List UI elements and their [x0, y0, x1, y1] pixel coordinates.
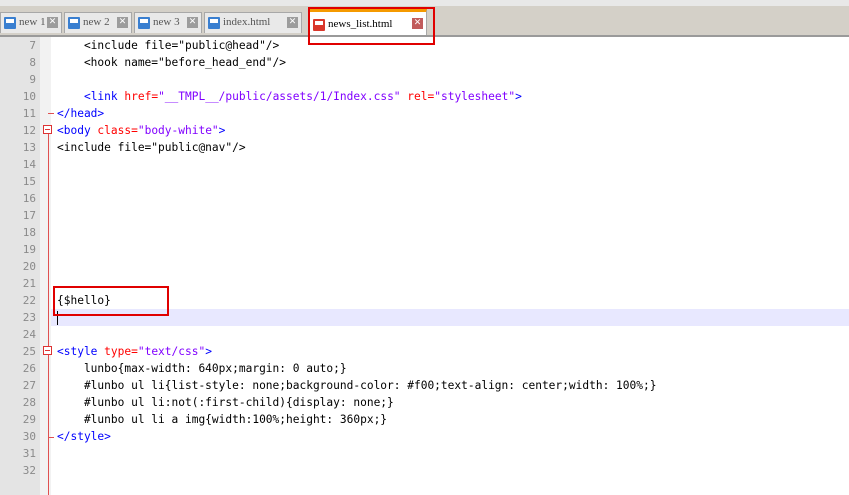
tab-new-2[interactable]: new 2 ✕ — [64, 12, 132, 33]
close-icon[interactable]: ✕ — [187, 17, 198, 28]
line-number: 19 — [22, 243, 36, 256]
code-line: #lunbo ul li a img{width:100%;height: 36… — [57, 413, 388, 426]
line-number: 29 — [22, 413, 36, 426]
fold-margin — [40, 37, 51, 495]
code-line: <link href="__TMPL__/public/assets/1/Ind… — [57, 88, 522, 105]
line-number: 14 — [22, 158, 36, 171]
fold-toggle-body[interactable] — [43, 125, 52, 134]
line-number: 30 — [22, 430, 36, 443]
line-number: 8 — [29, 56, 36, 69]
tag-token: > — [218, 124, 226, 137]
line-number: 18 — [22, 226, 36, 239]
line-number: 12 — [22, 124, 36, 137]
annotation-box-active-tab — [308, 7, 435, 45]
line-number: 21 — [22, 277, 36, 290]
line-number: 10 — [22, 90, 36, 103]
fold-end-head — [48, 113, 54, 114]
line-number: 13 — [22, 141, 36, 154]
line-number: 16 — [22, 192, 36, 205]
line-number: 17 — [22, 209, 36, 222]
value-token: "body-white" — [137, 124, 219, 137]
line-number: 28 — [22, 396, 36, 409]
tab-label: new 2 — [83, 16, 110, 28]
line-number: 32 — [22, 464, 36, 477]
fold-toggle-style[interactable] — [43, 346, 52, 355]
fold-end-style — [48, 437, 54, 438]
tab-label: new 1 — [19, 16, 46, 28]
code-line: #lunbo ul li{list-style: none;background… — [57, 379, 657, 392]
file-icon — [4, 17, 16, 29]
current-line-highlight — [51, 309, 849, 326]
tab-label: new 3 — [153, 16, 180, 28]
annotation-box-hello-variable — [53, 286, 169, 316]
line-number: 11 — [22, 107, 36, 120]
line-number: 9 — [29, 73, 36, 86]
line-number: 24 — [22, 328, 36, 341]
file-icon — [138, 17, 150, 29]
close-icon[interactable]: ✕ — [47, 17, 58, 28]
value-token: "__TMPL__/public/assets/1/Index.css" — [158, 90, 401, 103]
file-icon — [208, 17, 220, 29]
line-number: 15 — [22, 175, 36, 188]
tab-new-3[interactable]: new 3 ✕ — [134, 12, 202, 33]
code-line: lunbo{max-width: 640px;margin: 0 auto;} — [57, 362, 347, 375]
attribute-token: href= — [117, 90, 159, 103]
line-number: 25 — [22, 345, 36, 358]
tag-token: > — [515, 90, 522, 103]
code-line: <hook name="before_head_end"/> — [57, 56, 287, 69]
tag-token: <body — [57, 124, 91, 137]
close-icon[interactable]: ✕ — [117, 17, 128, 28]
line-number: 27 — [22, 379, 36, 392]
line-number: 26 — [22, 362, 36, 375]
code-line: <include file="public@head"/> — [57, 39, 280, 52]
tab-index-html[interactable]: index.html ✕ — [204, 12, 302, 33]
tab-label: index.html — [223, 16, 271, 28]
attribute-token: type= — [97, 345, 138, 358]
code-line: #lunbo ul li:not(:first-child){display: … — [57, 396, 394, 409]
code-line: </head> — [57, 107, 105, 120]
line-number: 20 — [22, 260, 36, 273]
line-number: 31 — [22, 447, 36, 460]
tab-new-1[interactable]: new 1 ✕ — [0, 12, 62, 33]
value-token: "stylesheet" — [434, 90, 516, 103]
code-line: <include file="public@nav"/> — [57, 141, 246, 154]
attribute-token: rel= — [400, 90, 435, 103]
line-number: 22 — [22, 294, 36, 307]
line-number: 23 — [22, 311, 36, 324]
code-line: </style> — [57, 430, 111, 443]
tag-token: <style — [57, 345, 98, 358]
file-icon — [68, 17, 80, 29]
tag-token: > — [205, 345, 212, 358]
fold-guide-line — [48, 132, 49, 495]
code-line: <style type="text/css"> — [57, 343, 212, 360]
close-icon[interactable]: ✕ — [287, 17, 298, 28]
code-line: <body class="body-white"> — [57, 122, 225, 139]
line-number: 7 — [29, 39, 36, 52]
attribute-token: class= — [90, 124, 138, 137]
value-token: "text/css" — [137, 345, 206, 358]
tag-token: <link — [83, 90, 118, 103]
